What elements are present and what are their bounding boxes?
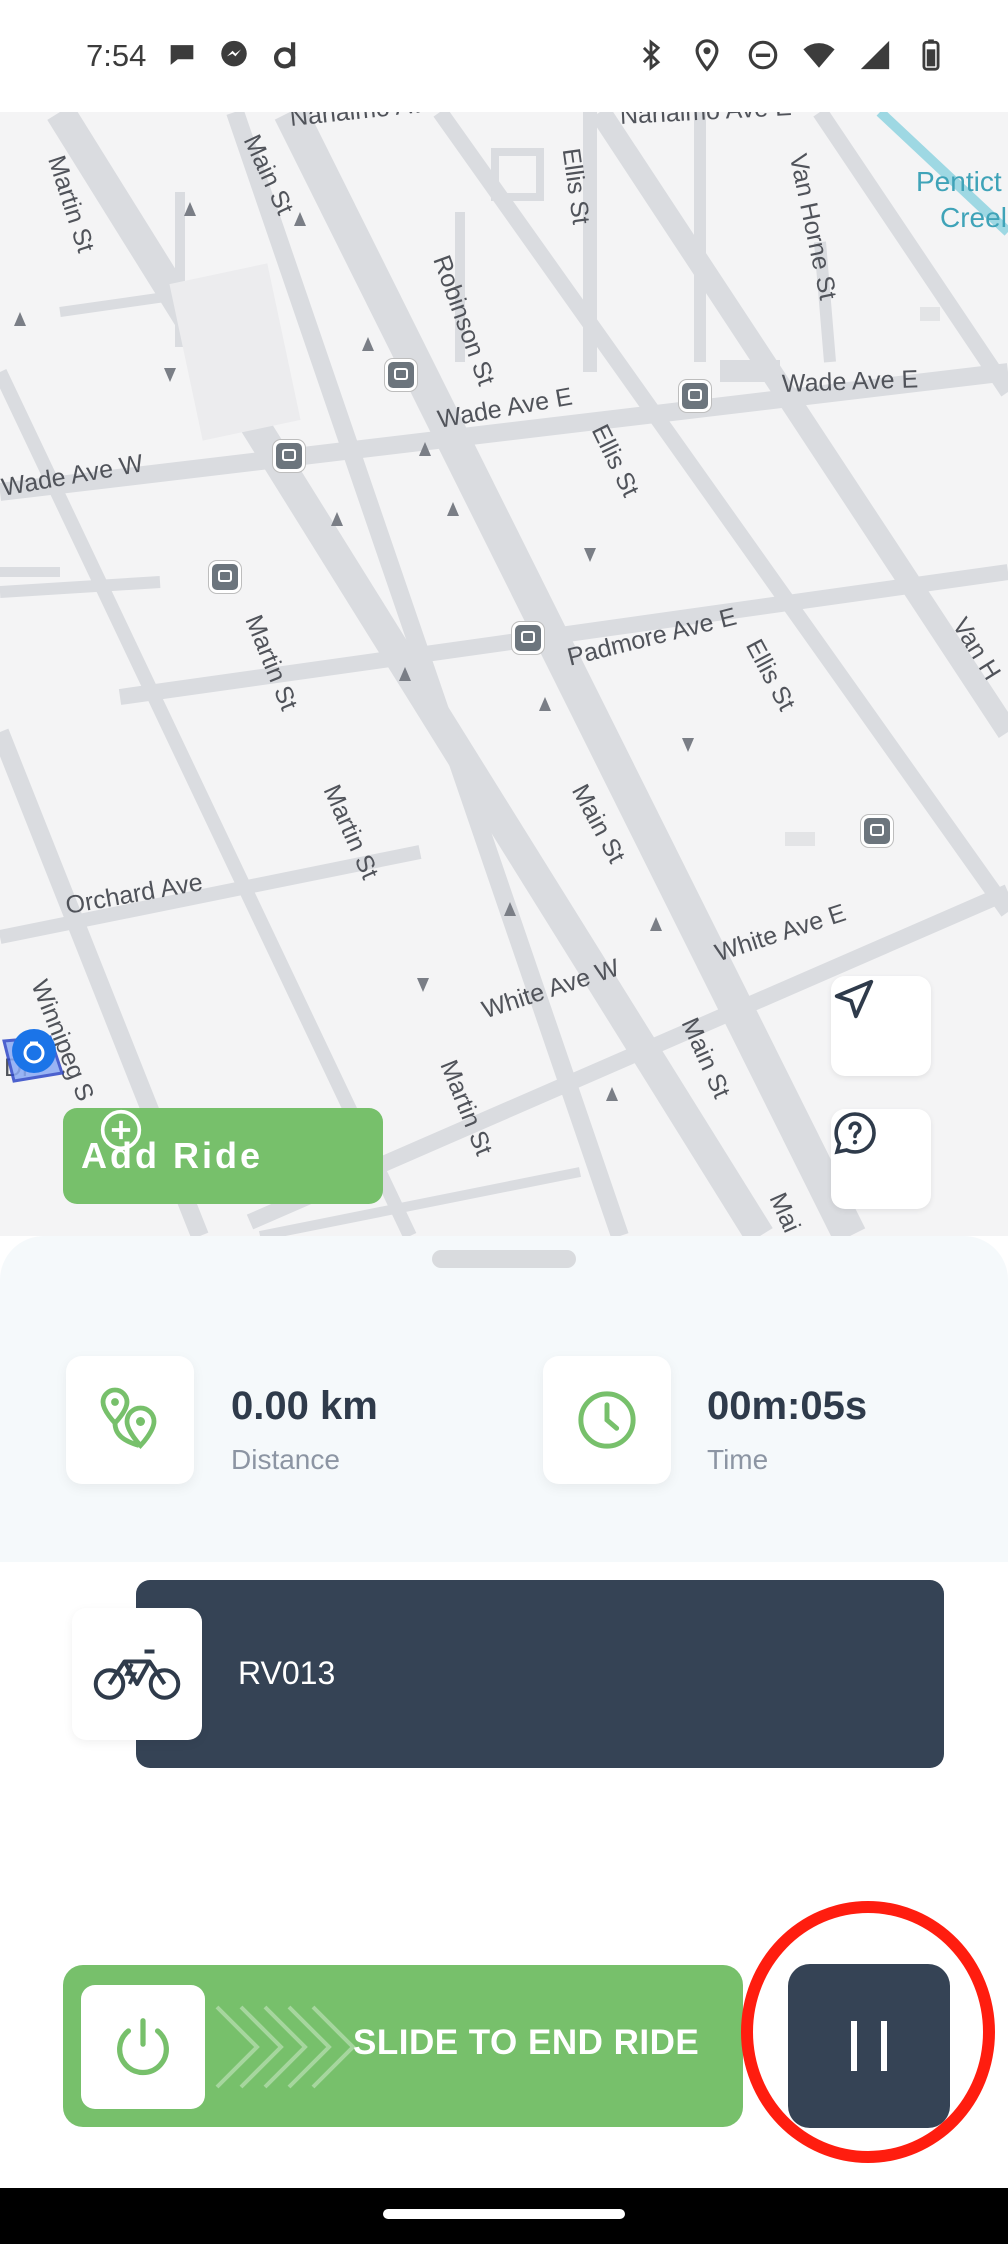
messenger-icon xyxy=(221,40,247,67)
bus-stop-icon[interactable] xyxy=(273,440,305,472)
vehicle-id: RV013 xyxy=(238,1655,336,1691)
system-icons xyxy=(634,38,948,72)
bus-stop-icon[interactable] xyxy=(512,622,544,654)
distance-label: Distance xyxy=(231,1444,340,1475)
street-label: Wade Ave E xyxy=(781,365,919,398)
slide-to-end-ride[interactable]: SLIDE TO END RIDE xyxy=(63,1965,743,2127)
d-app-icon xyxy=(273,42,296,69)
cell-signal-icon xyxy=(860,40,890,70)
battery-icon xyxy=(922,39,940,71)
location-icon xyxy=(695,39,719,72)
help-button[interactable] xyxy=(831,1109,931,1209)
chat-bubble-icon xyxy=(170,45,194,65)
distance-value: 0.00 km xyxy=(231,1384,378,1428)
navigation-arrow-icon xyxy=(834,979,874,1019)
do-not-disturb-icon xyxy=(748,40,778,70)
drag-handle[interactable] xyxy=(432,1250,576,1268)
power-icon xyxy=(117,2018,169,2076)
distance-icon-card xyxy=(66,1356,194,1484)
user-location-marker xyxy=(2,1029,64,1083)
bus-stop-icon[interactable] xyxy=(385,359,417,391)
bus-stop-icon[interactable] xyxy=(861,815,893,847)
slide-to-end-ride-label: SLIDE TO END RIDE xyxy=(353,2023,700,2062)
water-label: Creel xyxy=(940,202,1007,233)
home-gesture-bar[interactable] xyxy=(383,2209,625,2219)
status-bar: 7:54 xyxy=(0,0,1008,112)
e-bike-icon xyxy=(93,1649,181,1700)
bus-stop-icon[interactable] xyxy=(679,380,711,412)
time-icon-card xyxy=(543,1356,671,1484)
slider-knob[interactable] xyxy=(81,1985,205,2109)
status-time: 7:54 xyxy=(86,38,147,73)
water-label: Pentict xyxy=(916,166,1002,197)
time-value: 00m:05s xyxy=(707,1384,868,1428)
pause-highlight-ring xyxy=(741,1901,995,2163)
recenter-button[interactable] xyxy=(831,976,931,1076)
add-ride-button[interactable]: Add Ride xyxy=(63,1108,383,1204)
time-label: Time xyxy=(707,1444,769,1475)
plus-circle-icon xyxy=(100,1109,142,1151)
route-pins-icon xyxy=(100,1387,157,1449)
wifi-icon xyxy=(803,43,835,68)
vehicle-icon-card xyxy=(72,1608,202,1740)
ride-bottom-sheet: 0.00 km Distance 00m:05s Time RV013 SLID… xyxy=(0,1236,1008,2244)
bluetooth-icon xyxy=(642,39,661,71)
question-bubble-icon xyxy=(834,1112,876,1155)
bus-stop-icon[interactable] xyxy=(209,561,241,593)
map-view[interactable]: Nanaimo Ave E Nanaimo Ave E Martin St Ma… xyxy=(0,112,1008,1236)
notification-icons xyxy=(165,38,303,72)
clock-icon xyxy=(578,1391,636,1449)
chevron-arrows-icon xyxy=(215,2005,356,2089)
